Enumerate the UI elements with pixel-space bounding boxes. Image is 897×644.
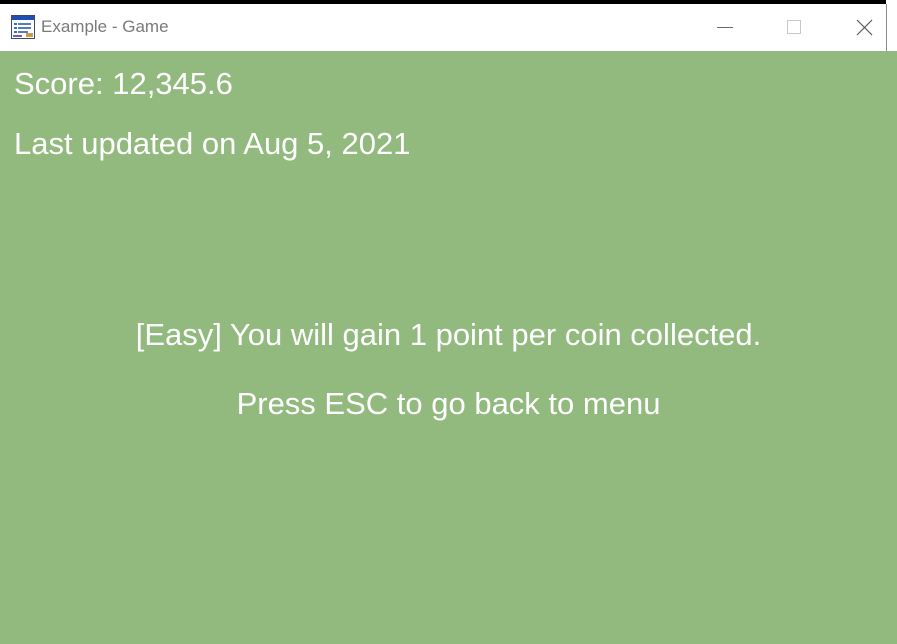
title-bar[interactable]: Example - Game bbox=[0, 4, 886, 51]
close-button[interactable] bbox=[830, 4, 886, 51]
minimize-button[interactable] bbox=[690, 4, 760, 51]
window-title: Example - Game bbox=[41, 17, 169, 36]
window-app-icon[interactable] bbox=[11, 15, 35, 39]
minimize-icon bbox=[717, 27, 733, 28]
maximize-icon bbox=[787, 20, 801, 34]
esc-hint-message: Press ESC to go back to menu bbox=[236, 386, 661, 421]
game-canvas[interactable]: Score: 12,345.6 Last updated on Aug 5, 2… bbox=[0, 51, 897, 644]
score-label: Score: 12,345.6 bbox=[14, 66, 233, 101]
maximize-button[interactable] bbox=[760, 4, 830, 51]
close-icon bbox=[856, 19, 873, 36]
difficulty-message: [Easy] You will gain 1 point per coin co… bbox=[135, 317, 762, 352]
last-updated-label: Last updated on Aug 5, 2021 bbox=[14, 126, 411, 161]
